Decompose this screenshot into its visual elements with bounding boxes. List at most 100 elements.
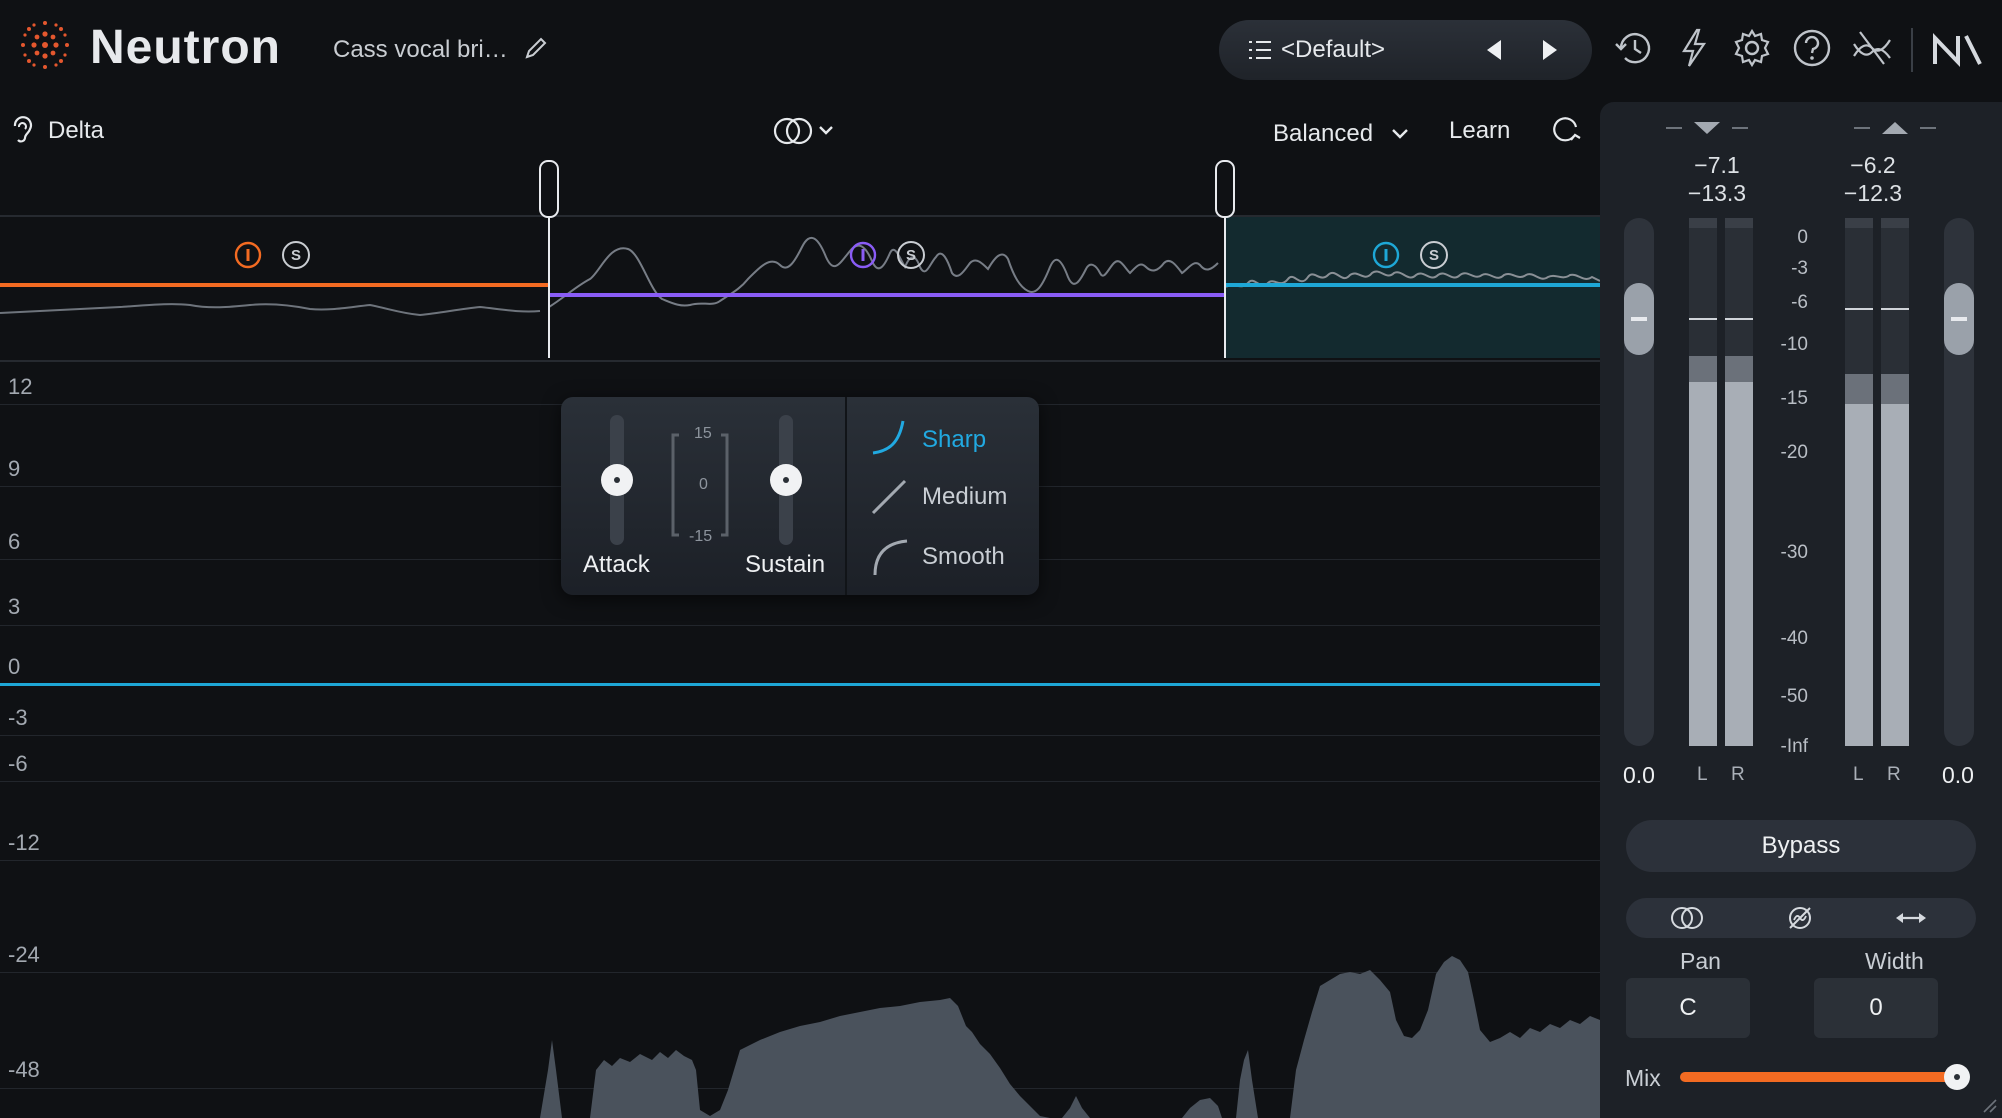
visual-mixer-icon[interactable] [1850, 26, 1894, 70]
bypass-button[interactable]: Bypass [1626, 820, 1976, 872]
output-meter-left-peak [1845, 374, 1873, 404]
input-left-label: L [1697, 764, 1708, 785]
pencil-icon[interactable] [522, 34, 550, 62]
crossover-line-2[interactable] [1224, 215, 1226, 358]
reset-icon[interactable] [1550, 114, 1582, 146]
slider-dot [783, 477, 789, 483]
output-meter-right-fill [1881, 404, 1909, 746]
input-meter-left-peak [1689, 356, 1717, 382]
gain-mark [1631, 317, 1647, 321]
preset-browser[interactable]: <Default> [1219, 20, 1592, 80]
mix-slider-thumb[interactable] [1944, 1064, 1970, 1090]
output-meter-left-cap [1845, 218, 1873, 228]
pan-value-field[interactable]: C [1626, 978, 1750, 1038]
header-divider [1911, 28, 1913, 72]
crossover-handle-2[interactable] [1215, 160, 1235, 218]
attack-label: Attack [583, 551, 650, 578]
db-label: 3 [8, 594, 21, 619]
gain-curve-line[interactable] [0, 683, 1600, 686]
db-label: -3 [8, 705, 28, 730]
output-peak-value: −6.2 [1850, 152, 1896, 178]
output-gain-value[interactable]: 0.0 [1942, 762, 1974, 789]
medium-curve-icon[interactable] [869, 477, 909, 517]
lightning-icon[interactable] [1672, 26, 1716, 70]
band1-listen-icon[interactable] [234, 241, 262, 269]
previous-preset-icon[interactable] [1481, 37, 1507, 63]
band3-listen-icon[interactable] [1372, 241, 1400, 269]
crossover-line-1[interactable] [548, 215, 550, 358]
grid-line [0, 625, 1600, 626]
db-label: -12 [8, 830, 40, 855]
help-icon[interactable] [1790, 26, 1834, 70]
meter-scale-label: -15 [1780, 388, 1808, 409]
input-gain-thumb[interactable] [1624, 283, 1654, 355]
learn-button[interactable]: Learn [1449, 117, 1510, 145]
slider-dot [1954, 1074, 1960, 1080]
resize-grip-icon[interactable] [1980, 1096, 1998, 1114]
scale-mid-label: 0 [699, 476, 708, 493]
band2-solo-button[interactable]: S [897, 241, 925, 269]
transient-shape-popup: Attack 15 0 -15 Sustain Sharp Medium Smo… [561, 397, 1039, 595]
popup-divider [845, 397, 847, 595]
meter-scale-label: -6 [1791, 292, 1808, 313]
db-label: -6 [8, 751, 28, 776]
db-label: 9 [8, 456, 21, 481]
next-preset-icon[interactable] [1537, 37, 1563, 63]
input-meter-left-hold [1689, 318, 1717, 320]
session-name[interactable]: Cass vocal bri… [333, 36, 508, 64]
output-meter-right-peak [1881, 374, 1909, 404]
attack-slider-thumb[interactable] [601, 464, 633, 496]
band3-solo-button[interactable]: S [1420, 241, 1448, 269]
sharp-curve-icon[interactable] [869, 417, 909, 457]
input-rms-value: −13.3 [1687, 180, 1747, 206]
input-meter-right-cap [1725, 218, 1753, 228]
crossover-handle-1[interactable] [539, 160, 559, 218]
app-title: Neutron [90, 21, 281, 74]
ear-icon[interactable] [10, 114, 34, 146]
chevron-down-icon[interactable] [1389, 122, 1411, 144]
preset-selector[interactable]: <Default> [1281, 36, 1385, 64]
output-rms-value: −12.3 [1843, 180, 1903, 206]
delta-toggle[interactable]: Delta [48, 117, 104, 145]
processing-mode-select[interactable]: Balanced [1273, 120, 1373, 148]
sustain-slider-thumb[interactable] [770, 464, 802, 496]
input-peak-value: −7.1 [1694, 152, 1740, 178]
curve-option-sharp[interactable]: Sharp [922, 426, 986, 454]
meter-scale-label: -40 [1780, 628, 1808, 649]
swap-channels-icon[interactable] [1894, 906, 1928, 930]
input-collapse-icon[interactable] [1662, 118, 1752, 138]
stereo-link-icon[interactable] [1668, 904, 1706, 932]
neutron-logo-icon [21, 21, 69, 69]
gear-icon[interactable] [1730, 26, 1774, 70]
meter-scale-label: -20 [1780, 442, 1808, 463]
stereo-tools-bar [1626, 898, 1976, 938]
band2-listen-icon[interactable] [849, 241, 877, 269]
output-gain-thumb[interactable] [1944, 283, 1974, 355]
band-waveform [0, 236, 1600, 317]
db-label: 12 [8, 374, 33, 399]
list-icon[interactable] [1247, 38, 1273, 62]
curve-option-medium[interactable]: Medium [922, 483, 1007, 511]
meter-scale-label: -30 [1780, 542, 1808, 563]
stereo-mode-icon[interactable] [770, 114, 840, 148]
band1-solo-button[interactable]: S [282, 241, 310, 269]
input-meter-left-cap [1689, 218, 1717, 228]
output-collapse-icon[interactable] [1850, 118, 1940, 138]
phase-invert-icon[interactable] [1786, 904, 1814, 932]
pan-label: Pan [1680, 948, 1721, 974]
output-meter-right-hold [1881, 308, 1909, 310]
width-value-field[interactable]: 0 [1814, 978, 1938, 1038]
grid-line [0, 735, 1600, 736]
sustain-label: Sustain [745, 551, 826, 578]
input-meter-right-hold [1725, 318, 1753, 320]
mix-slider-track[interactable] [1680, 1072, 1958, 1082]
input-meter-left-fill [1689, 382, 1717, 746]
input-gain-value[interactable]: 0.0 [1623, 762, 1655, 789]
scale-top-label: 15 [694, 425, 712, 442]
history-icon[interactable] [1612, 26, 1656, 70]
output-left-label: L [1853, 764, 1864, 785]
curve-option-smooth[interactable]: Smooth [922, 543, 1005, 571]
smooth-curve-icon[interactable] [869, 537, 909, 577]
gain-mark [1951, 317, 1967, 321]
input-right-label: R [1731, 764, 1745, 785]
